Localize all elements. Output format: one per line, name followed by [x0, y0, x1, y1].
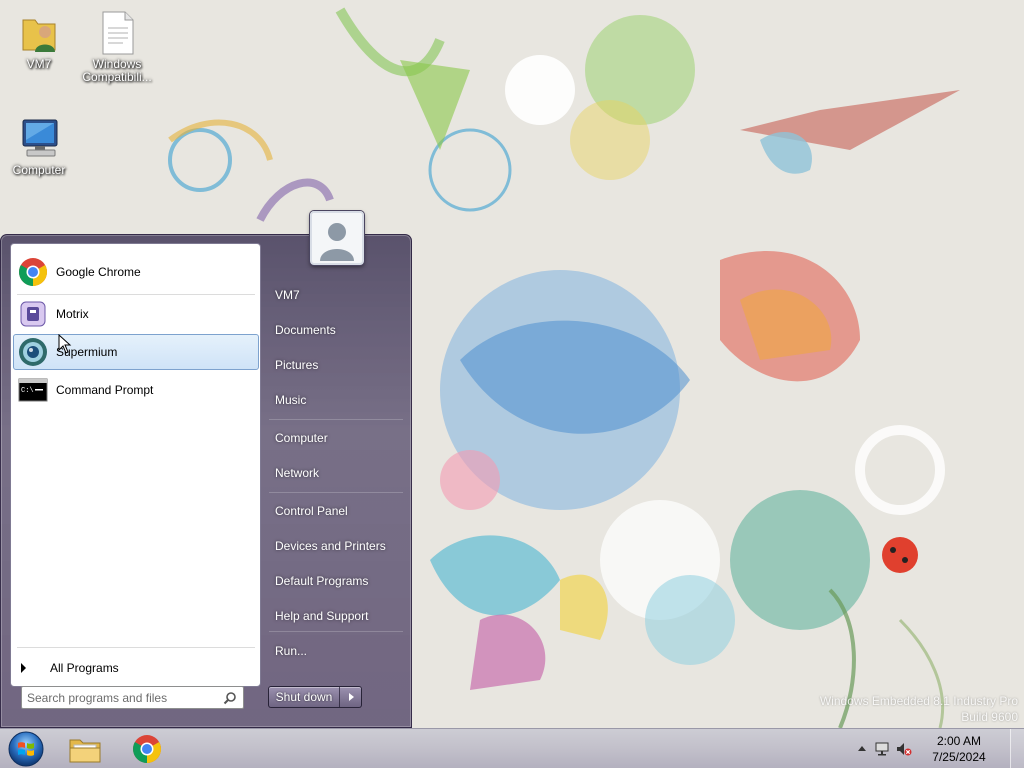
link-devices-and-printers[interactable]: Devices and Printers — [267, 531, 405, 561]
all-programs-label: All Programs — [50, 661, 119, 675]
shutdown-label: Shut down — [275, 690, 333, 704]
link-label: Network — [275, 466, 320, 480]
supermium-icon — [18, 337, 48, 367]
show-desktop-button[interactable] — [1010, 729, 1024, 768]
desktop-icon-windows-compatibility[interactable]: Windows Compatibili... — [78, 8, 156, 84]
notification-area: 2:00 AM 7/25/2024 — [854, 729, 1024, 768]
link-label: Control Panel — [275, 504, 348, 518]
taskbar-file-explorer[interactable] — [58, 731, 112, 767]
link-vm7[interactable]: VM7 — [267, 280, 405, 310]
taskbar-google-chrome[interactable] — [120, 731, 174, 767]
divider — [269, 492, 403, 493]
program-motrix[interactable]: Motrix — [13, 296, 259, 332]
link-network[interactable]: Network — [267, 458, 405, 488]
program-google-chrome[interactable]: Google Chrome — [13, 254, 259, 290]
link-label: Devices and Printers — [275, 539, 386, 553]
search-box[interactable] — [21, 686, 244, 709]
link-control-panel[interactable]: Control Panel — [267, 496, 405, 526]
cmd-icon: C:\ — [18, 375, 48, 405]
link-label: Help and Support — [275, 609, 369, 623]
divider — [17, 294, 255, 295]
desktop-icon-label: Windows Compatibili... — [82, 57, 152, 84]
motrix-icon — [18, 299, 48, 329]
divider — [17, 647, 255, 648]
program-label: Google Chrome — [56, 265, 141, 279]
user-folder-icon — [15, 8, 63, 56]
show-hidden-icons-arrow[interactable] — [854, 741, 870, 757]
divider — [269, 419, 403, 420]
start-button[interactable] — [6, 730, 46, 768]
link-label: Run... — [275, 644, 308, 658]
desktop-icon-vm7[interactable]: VM7 — [0, 8, 78, 71]
network-icon[interactable] — [874, 741, 890, 757]
chrome-icon — [133, 735, 161, 763]
desktop-icon-label: Computer — [12, 163, 66, 177]
clock-time: 2:00 AM — [936, 734, 982, 748]
clock-date: 7/25/2024 — [932, 750, 986, 764]
divider — [269, 631, 403, 632]
link-label: Documents — [275, 323, 336, 337]
desktop-icon-computer[interactable]: Computer — [0, 114, 78, 177]
link-label: Pictures — [275, 358, 319, 372]
all-programs-button[interactable]: All Programs — [13, 652, 259, 684]
link-label: VM7 — [275, 288, 300, 302]
link-label: Default Programs — [275, 574, 369, 588]
link-label: Computer — [275, 431, 328, 445]
link-help-and-support[interactable]: Help and Support — [267, 601, 405, 631]
link-pictures[interactable]: Pictures — [267, 350, 405, 380]
svg-text:C:\: C:\ — [21, 387, 34, 395]
start-menu: Google Chrome Motrix Supermium C:\ Comma… — [0, 211, 412, 728]
search-icon[interactable] — [223, 691, 237, 705]
shutdown-button[interactable]: Shut down — [268, 686, 362, 708]
expand-arrow-icon — [21, 663, 26, 673]
search-input[interactable] — [27, 690, 217, 705]
user-avatar-icon[interactable] — [310, 211, 364, 265]
watermark-edition: Windows Embedded 8.1 Industry Pro — [819, 694, 1018, 708]
link-music[interactable]: Music — [267, 385, 405, 415]
link-default-programs[interactable]: Default Programs — [267, 566, 405, 596]
link-run[interactable]: Run... — [267, 636, 405, 666]
taskbar: 2:00 AM 7/25/2024 — [0, 728, 1024, 768]
document-icon — [93, 8, 141, 56]
clock[interactable]: 2:00 AM 7/25/2024 — [924, 733, 994, 765]
programs-pane: Google Chrome Motrix Supermium C:\ Comma… — [10, 243, 261, 687]
program-label: Motrix — [56, 307, 89, 321]
link-computer[interactable]: Computer — [267, 423, 405, 453]
desktop-icon-label: VM7 — [26, 57, 52, 71]
link-label: Music — [275, 393, 307, 407]
windows-logo-icon — [8, 731, 44, 767]
computer-icon — [15, 114, 63, 162]
program-supermium[interactable]: Supermium — [13, 334, 259, 370]
program-command-prompt[interactable]: C:\ Command Prompt — [13, 372, 259, 408]
chrome-icon — [18, 257, 48, 287]
program-label: Command Prompt — [56, 383, 154, 397]
folder-icon — [69, 739, 101, 763]
shutdown-options-arrow-icon[interactable] — [339, 687, 361, 707]
watermark-build: Build 9600 — [961, 710, 1018, 724]
mouse-cursor-icon — [58, 334, 72, 354]
link-documents[interactable]: Documents — [267, 315, 405, 345]
volume-muted-icon[interactable] — [896, 741, 912, 757]
